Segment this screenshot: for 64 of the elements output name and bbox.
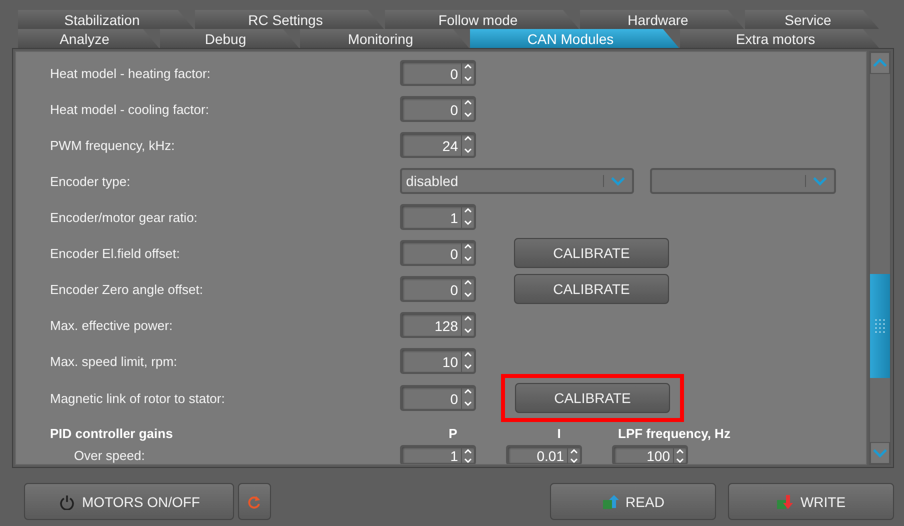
tab[interactable]: Stabilization: [18, 10, 194, 29]
spin-arrows-icon[interactable]: [567, 447, 580, 463]
spin-field[interactable]: 128: [400, 312, 476, 338]
field-label: Heat model - heating factor:: [50, 66, 212, 80]
spin-arrows-icon[interactable]: [461, 97, 474, 121]
scrollbar-thumb[interactable]: [870, 274, 890, 378]
column-header: P: [448, 426, 458, 440]
chip-arrow-down-icon: [776, 494, 794, 510]
spin-field[interactable]: 1: [400, 445, 476, 464]
dropdown-field[interactable]: [650, 168, 836, 194]
spin-field[interactable]: 100: [612, 445, 688, 464]
field-label: Encoder Zero angle offset:: [50, 282, 204, 296]
spin-field[interactable]: 0: [400, 276, 476, 302]
field-label: PWM frequency, kHz:: [50, 138, 176, 152]
spin-arrows-icon[interactable]: [461, 313, 474, 337]
tab[interactable]: Analyze: [18, 29, 159, 48]
tab[interactable]: RC Settings: [195, 10, 384, 29]
column-header: LPF frequency, Hz: [618, 426, 730, 440]
field-label: Heat model - cooling factor:: [50, 102, 210, 116]
write-button[interactable]: WRITE: [728, 483, 894, 520]
spin-arrows-icon[interactable]: [461, 61, 474, 85]
spin-arrows-icon[interactable]: [461, 386, 474, 410]
read-button[interactable]: READ: [550, 483, 716, 520]
refresh-button[interactable]: [238, 483, 271, 520]
tab[interactable]: Debug: [160, 29, 299, 48]
motors-button[interactable]: MOTORS ON/OFF: [24, 483, 234, 520]
spin-arrows-icon[interactable]: [461, 133, 474, 157]
tab[interactable]: Hardware: [580, 10, 744, 29]
spin-field[interactable]: 24: [400, 132, 476, 158]
spin-arrows-icon[interactable]: [461, 447, 474, 463]
section-title: PID controller gains: [50, 426, 174, 440]
dropdown-field[interactable]: disabled: [400, 168, 634, 194]
field-label: Encoder El.field offset:: [50, 246, 181, 260]
tab[interactable]: Follow mode: [385, 10, 579, 29]
power-icon: [58, 494, 76, 510]
tab[interactable]: Extra motors: [680, 29, 879, 48]
spin-field[interactable]: 0: [400, 385, 476, 411]
spin-field[interactable]: 0: [400, 240, 476, 266]
tab[interactable]: Monitoring: [300, 29, 469, 48]
spin-field[interactable]: 1: [400, 204, 476, 230]
spin-arrows-icon[interactable]: [461, 277, 474, 301]
calibrate-button[interactable]: CALIBRATE: [514, 238, 669, 268]
field-label: Magnetic link of rotor to stator:: [50, 390, 226, 406]
column-header: I: [556, 426, 562, 440]
calibrate-button[interactable]: CALIBRATE: [515, 383, 670, 413]
tab[interactable]: CAN Modules: [470, 29, 679, 48]
field-label: Max. effective power:: [50, 318, 174, 332]
tab[interactable]: Service: [745, 10, 879, 29]
field-label: Encoder/motor gear ratio:: [50, 210, 198, 224]
spin-field[interactable]: 10: [400, 348, 476, 374]
field-label: Over speed:: [73, 448, 146, 462]
spin-field[interactable]: 0.01: [506, 445, 582, 464]
chip-arrow-up-icon: [602, 494, 620, 510]
spin-arrows-icon[interactable]: [461, 241, 474, 265]
field-label: Max. speed limit, rpm:: [50, 354, 178, 368]
chevron-up-icon: [872, 57, 888, 69]
spin-field[interactable]: 0: [400, 60, 476, 86]
spin-arrows-icon[interactable]: [461, 205, 474, 229]
calibrate-button[interactable]: CALIBRATE: [514, 274, 669, 304]
spin-arrows-icon[interactable]: [673, 447, 686, 463]
chevron-down-icon: [872, 447, 888, 459]
spin-field[interactable]: 0: [400, 96, 476, 122]
spin-arrows-icon[interactable]: [461, 349, 474, 373]
field-label: Encoder type:: [50, 174, 132, 188]
